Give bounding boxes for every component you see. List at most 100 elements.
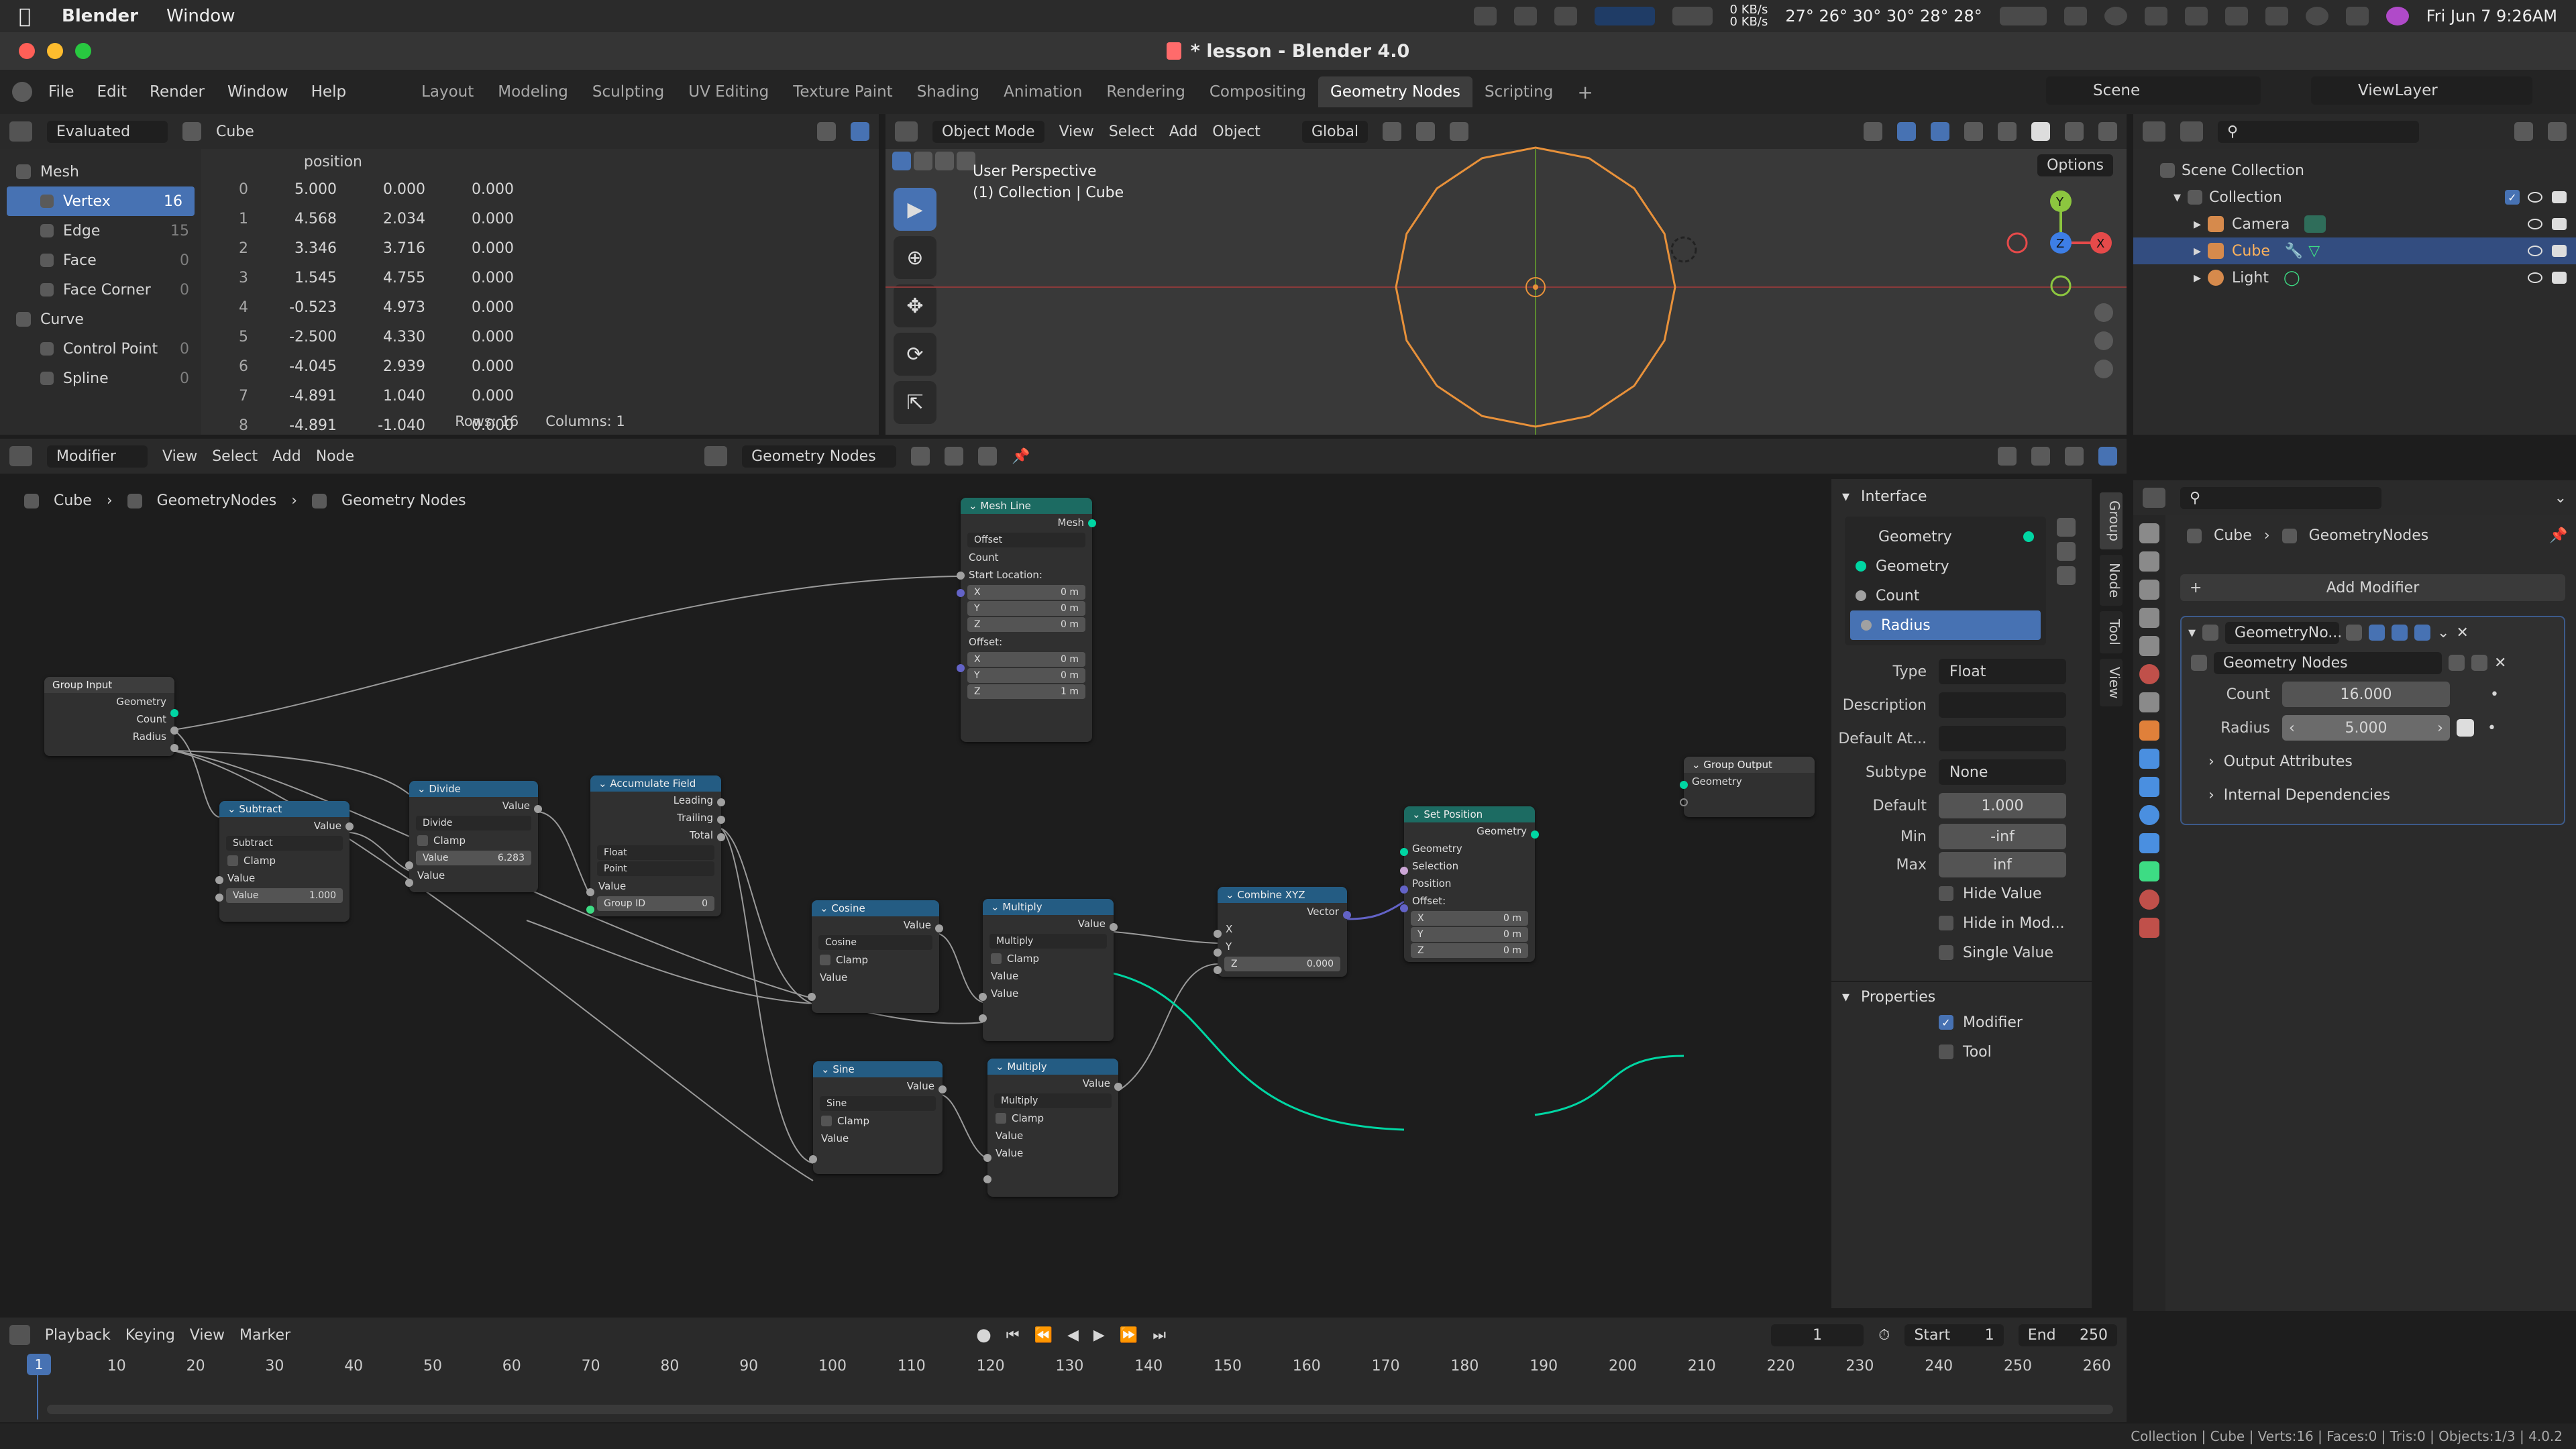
clamp-checkbox[interactable]: Clamp <box>219 852 350 869</box>
socket-empty[interactable] <box>1680 798 1688 806</box>
3d-viewport[interactable]: Object Mode View Select Add Object Globa… <box>885 114 2127 435</box>
end-frame-field[interactable]: End 250 <box>2018 1324 2117 1346</box>
remove-icon[interactable] <box>2057 542 2076 561</box>
play-icon[interactable]: ▶ <box>1093 1327 1105 1344</box>
editor-type-icon[interactable] <box>9 121 32 142</box>
eye-icon[interactable] <box>2528 272 2542 283</box>
domain-spline[interactable]: Spline 0 <box>0 364 201 393</box>
scene-selector[interactable]: Scene <box>2046 76 2261 105</box>
offset-z-field[interactable]: Z1 m <box>967 684 1085 699</box>
z-field[interactable]: Z 0.000 <box>1224 957 1340 971</box>
clock[interactable]: Fri Jun 7 9:26AM <box>2426 7 2557 25</box>
tab-uv-editing[interactable]: UV Editing <box>676 76 781 107</box>
tab-modeling[interactable]: Modeling <box>486 76 580 107</box>
max-field[interactable]: inf <box>1939 852 2066 877</box>
socket-out[interactable] <box>1110 923 1118 931</box>
domain-vertex[interactable]: Vertex 16 <box>7 186 195 216</box>
node-cosine[interactable]: ⌄ Cosine Value Cosine Clamp Value <box>808 900 943 1013</box>
socket-selection[interactable] <box>1400 867 1408 875</box>
socket-leading[interactable] <box>717 798 725 806</box>
jump-keyframe-forward-icon[interactable]: ⏩ <box>1120 1327 1138 1344</box>
tab-compositing[interactable]: Compositing <box>1197 76 1318 107</box>
cpu-graph-icon[interactable] <box>1594 7 1655 25</box>
sidebar-tab-tool[interactable]: Tool <box>2100 611 2123 653</box>
data-type-dropdown[interactable]: Float <box>597 845 714 860</box>
physics-tab-icon[interactable] <box>2139 805 2159 825</box>
camera-view-icon[interactable] <box>2094 360 2113 378</box>
mode-dropdown[interactable]: Offset <box>967 533 1085 547</box>
socket-out[interactable] <box>534 805 542 813</box>
socket-in[interactable] <box>215 876 223 884</box>
zoom-window-button[interactable] <box>75 43 91 59</box>
playhead-frame-badge[interactable]: 1 <box>27 1354 51 1375</box>
min-field[interactable]: -inf <box>1939 824 2066 849</box>
display-icon[interactable] <box>2063 7 2087 25</box>
offset-x-field[interactable]: X0 m <box>967 652 1085 667</box>
socket-geometry-in[interactable] <box>1400 848 1408 856</box>
socket-geometry[interactable] <box>170 709 178 717</box>
socket-radius[interactable] <box>170 744 178 752</box>
render-toggle-icon[interactable] <box>2414 625 2431 641</box>
clamp-checkbox[interactable]: Clamp <box>983 950 1114 967</box>
jump-keyframe-back-icon[interactable]: ⏪ <box>1034 1327 1053 1344</box>
eye-icon[interactable] <box>2528 192 2542 203</box>
socket-out[interactable] <box>345 822 354 830</box>
minimize-window-button[interactable] <box>47 43 63 59</box>
play-reverse-icon[interactable]: ◀ <box>1067 1327 1079 1344</box>
output-attributes-panel[interactable]: › Output Attributes <box>2182 745 2564 778</box>
domain-dropdown[interactable]: Point <box>597 861 714 876</box>
editor-type-icon[interactable] <box>2143 121 2165 142</box>
edit-mode-toggle-icon[interactable] <box>2346 625 2363 641</box>
modifier-name-field[interactable]: GeometryNo... <box>2225 621 2342 644</box>
editor-type-icon[interactable] <box>2143 488 2165 508</box>
count-field[interactable]: 16.000 <box>2282 682 2450 707</box>
siri-icon[interactable] <box>2385 7 2409 25</box>
subtype-dropdown[interactable]: None <box>1939 759 2066 785</box>
play-icon[interactable] <box>2104 7 2127 25</box>
status-icon-3[interactable] <box>1554 7 1577 25</box>
eye-icon[interactable] <box>2528 219 2542 229</box>
clamp-checkbox[interactable]: Clamp <box>812 951 939 969</box>
eye-icon[interactable] <box>2528 246 2542 256</box>
outliner-item-light[interactable]: ▸ Light ◯ <box>2133 264 2576 291</box>
object-tab-icon[interactable] <box>2139 720 2159 741</box>
socket-count[interactable] <box>957 572 965 580</box>
socket-group-id[interactable] <box>586 906 594 914</box>
socket-offset[interactable] <box>1400 904 1408 912</box>
world-tab-icon[interactable] <box>2139 664 2159 684</box>
operation-dropdown[interactable]: Multiply <box>994 1093 1112 1108</box>
close-icon[interactable]: ✕ <box>2494 655 2506 672</box>
material-tab-icon[interactable] <box>2139 890 2159 910</box>
offset-x-field[interactable]: X0 m <box>1411 911 1528 926</box>
chevron-right-icon[interactable]: ▸ <box>2194 270 2201 286</box>
properties-search[interactable]: ⚲ <box>2180 486 2381 509</box>
add-modifier-button[interactable]: + Add Modifier <box>2180 574 2565 601</box>
timeline-scrollbar[interactable] <box>47 1405 2113 1414</box>
hide-in-modifier-checkbox[interactable]: Hide in Mod... <box>1831 908 2092 938</box>
add-workspace-button[interactable]: + <box>1565 74 1605 110</box>
pin-icon[interactable]: 📌 <box>2549 527 2567 544</box>
current-frame-field[interactable]: 1 <box>1771 1324 1864 1346</box>
zoom-icon[interactable] <box>2094 303 2113 322</box>
light-data-icon[interactable]: ◯ <box>2284 270 2300 286</box>
default-field[interactable]: 1.000 <box>1939 793 2066 818</box>
socket-geometry-out[interactable] <box>1531 830 1539 839</box>
single-value-checkbox[interactable]: Single Value <box>1831 938 2092 967</box>
texture-tab-icon[interactable] <box>2139 918 2159 938</box>
constraints-tab-icon[interactable] <box>2139 833 2159 853</box>
socket-z[interactable] <box>1214 966 1222 974</box>
wrench-icon[interactable]: 🔧 <box>2285 243 2303 260</box>
socket-offset[interactable] <box>957 664 965 672</box>
node-mesh-line[interactable]: ⌄ Mesh Line Mesh Offset Count Start Loca… <box>957 498 1096 742</box>
chevron-right-icon[interactable]: ▸ <box>2194 216 2201 233</box>
close-icon[interactable]: ✕ <box>2456 625 2468 641</box>
scene-tab-icon[interactable] <box>2139 636 2159 656</box>
viewlayer-selector[interactable]: ViewLayer <box>2311 76 2532 105</box>
menu-window[interactable]: Window <box>227 83 288 101</box>
outliner-search[interactable]: ⚲ <box>2218 120 2419 143</box>
node-subtract[interactable]: ⌄ Subtract Value Subtract Clamp Value Va… <box>215 801 354 922</box>
interface-item-radius-input[interactable]: Radius <box>1850 610 2041 640</box>
chevron-down-icon[interactable]: ▾ <box>2174 189 2181 206</box>
jump-start-icon[interactable]: ⏮ <box>1006 1327 1020 1344</box>
socket-out[interactable] <box>938 1085 947 1093</box>
